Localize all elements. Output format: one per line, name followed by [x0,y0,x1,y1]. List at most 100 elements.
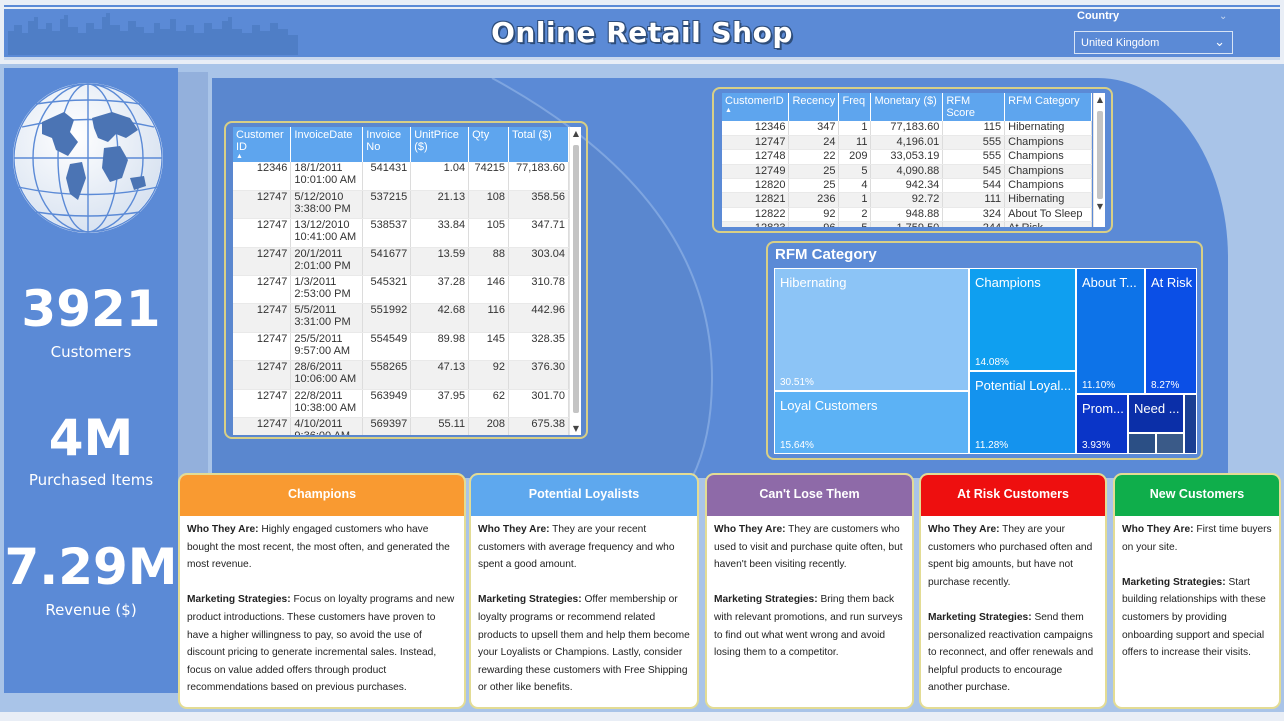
table-cell: 347.71 [508,218,569,248]
treemap-tile-promising[interactable]: Prom... 3.93% [1076,394,1128,454]
table-cell: 310.78 [508,275,569,305]
table-cell: 25 [788,178,840,194]
table-row[interactable]: 12747 28/6/2011 10:06:00 AM 558265 47.13 92 3… [233,360,569,390]
table-row[interactable]: 12747 5/12/2010 3:38:00 PM 537215 21.13 108 3… [233,190,569,220]
table-cell: Champions [1004,149,1092,165]
invoice-col-unit-price[interactable]: UnitPrice ($) [410,127,470,162]
scroll-thumb[interactable] [573,145,579,413]
table-cell: 558265 [362,360,412,390]
rfm-col-monetary[interactable]: Monetary ($) [870,93,944,121]
table-cell: 555 [942,149,1006,165]
table-cell: 12747 [233,332,292,362]
invoice-col-total[interactable]: Total ($) [508,127,569,162]
table-row[interactable]: 12747 1/3/2011 2:53:00 PM 545321 37.28 146 31… [233,275,569,305]
table-row[interactable]: 12747 20/1/2011 2:01:00 PM 541677 13.59 88 30… [233,247,569,277]
table-row[interactable]: 12747 13/12/2010 10:41:00 AM 538537 33.84 10… [233,218,569,248]
table-cell: 11 [838,135,872,151]
treemap-tile-about-to-sleep[interactable]: About T... 11.10% [1076,268,1145,394]
rfm-col-rfm-category[interactable]: RFM Category [1004,93,1092,121]
table-row[interactable]: 127474/10/2011 9:36:00 AM56939755.112086… [233,417,569,435]
treemap-tile-need-attention[interactable]: Need ... [1128,394,1184,433]
scroll-thumb[interactable] [1097,111,1103,199]
who-they-are-text: Who They Are: They are your recent custo… [478,521,690,574]
table-cell: 563949 [362,389,412,419]
scroll-down-icon[interactable]: ▼ [570,424,582,433]
treemap-tile-loyal-customers[interactable]: Loyal Customers 15.64% [774,391,969,454]
treemap-tile-label: Hibernating [780,275,847,290]
treemap-tile-at-risk[interactable]: At Risk 8.27% [1145,268,1197,394]
table-row[interactable]: 12822 92 2 948.88 324 About To Sleep [722,207,1092,223]
rfm-col-customer-id[interactable]: CustomerID ▲ [722,93,790,121]
table-cell: 347 [788,121,840,136]
table-cell: 541431 [362,162,412,191]
table-cell: 105 [468,218,510,248]
revenue-kpi-value: 7.29M [4,538,178,596]
table-row[interactable]: 12346 347 1 77,183.60 115 Hibernating [722,121,1092,136]
table-cell: 116 [468,303,510,333]
treemap-tile-other-2[interactable] [1128,433,1156,454]
table-cell: 208 [468,417,510,435]
treemap-tile-label: About T... [1082,275,1137,290]
segment-card-cant-lose-them: Can't Lose Them Who They Are: They are cu… [705,473,914,709]
treemap-tile-potential-loyalists[interactable]: Potential Loyal... 11.28% [969,371,1076,454]
treemap-tile-hibernating[interactable]: Hibernating 30.51% [774,268,969,391]
table-row[interactable]: 12749 25 5 4,090.88 545 Champions [722,164,1092,180]
city-skyline-image [8,13,298,55]
scroll-up-icon[interactable]: ▲ [1094,95,1106,104]
treemap-tile-champions[interactable]: Champions 14.08% [969,268,1076,371]
invoice-table-scrollbar[interactable]: ▲ ▼ [569,127,581,435]
table-row[interactable]: 12747 22/8/2011 10:38:00 AM 563949 37.95 62 3… [233,389,569,419]
chevron-down-icon[interactable]: ⌄ [1219,11,1227,22]
purchased-items-kpi-value: 4M [48,409,134,467]
table-cell: 541677 [362,247,412,277]
table-cell: 1,759.50 [870,221,944,227]
table-cell: 675.38 [508,417,569,435]
customers-kpi-value: 3921 [21,280,161,338]
invoice-col-invoice-date[interactable]: InvoiceDate [290,127,364,162]
treemap-tile-other-1[interactable] [1184,394,1197,454]
segment-card-body: Who They Are: They are customers who use… [707,516,912,684]
table-cell: 569397 [362,417,412,435]
table-row[interactable]: 12346 18/1/2011 10:01:00 AM 541431 1.04 7421… [233,162,569,191]
table-cell: 42.68 [410,303,470,333]
invoice-col-invoice-no[interactable]: Invoice No [362,127,412,162]
table-cell: 948.88 [870,207,944,223]
table-cell: 12747 [233,417,292,435]
invoice-table[interactable]: Customer ID ▲ InvoiceDate Invoice No Unit… [233,127,569,435]
table-cell: 25/5/2011 9:57:00 AM [290,332,364,362]
table-cell: 108 [468,190,510,220]
marketing-strategies-text: Marketing Strategies: Bring them back wi… [714,591,905,661]
scroll-up-icon[interactable]: ▲ [570,129,582,138]
treemap-tile-other-3[interactable] [1156,433,1184,454]
treemap-title: RFM Category [775,246,877,263]
rfm-table[interactable]: CustomerID ▲ Recency Freq Monetary ($) RF… [722,93,1092,227]
table-cell: 5 [838,164,872,180]
table-cell: 74215 [468,162,510,191]
table-row[interactable]: 12747 5/5/2011 3:31:00 PM 551992 42.68 116 44… [233,303,569,333]
rfm-col-freq[interactable]: Freq [838,93,872,121]
table-cell: 12747 [233,389,292,419]
table-cell: 538537 [362,218,412,248]
strategy-label: Marketing Strategies: [187,594,291,606]
rfm-col-recency[interactable]: Recency [788,93,840,121]
who-they-are-text: Who They Are: They are customers who use… [714,521,905,574]
country-dropdown[interactable]: United Kingdom ⌄ [1074,31,1233,54]
who-label: Who They Are: [187,524,259,535]
invoice-col-customer-id[interactable]: Customer ID ▲ [233,127,292,162]
who-they-are-text: Who They Are: They are your customers wh… [928,521,1098,591]
rfm-col-rfm-score[interactable]: RFM Score [942,93,1006,121]
table-row[interactable]: 12747 25/5/2011 9:57:00 AM 554549 89.98 145 3… [233,332,569,362]
table-row[interactable]: 12747 24 11 4,196.01 555 Champions [722,135,1092,151]
table-row[interactable]: 12748 22 209 33,053.19 555 Champions [722,149,1092,165]
table-row[interactable]: 128239651,759.50244At Risk [722,221,1092,227]
table-cell: 324 [942,207,1006,223]
rfm-table-scrollbar[interactable]: ▲ ▼ [1093,93,1105,227]
table-row[interactable]: 12820 25 4 942.34 544 Champions [722,178,1092,194]
table-cell: 12747 [233,360,292,390]
table-cell: 4 [838,178,872,194]
scroll-down-icon[interactable]: ▼ [1094,202,1106,211]
invoice-col-qty[interactable]: Qty [468,127,510,162]
table-row[interactable]: 12821 236 1 92.72 111 Hibernating [722,192,1092,208]
segment-card-champions: Champions Who They Are: Highly engaged cu… [178,473,466,709]
header-top-strip [4,5,1280,7]
